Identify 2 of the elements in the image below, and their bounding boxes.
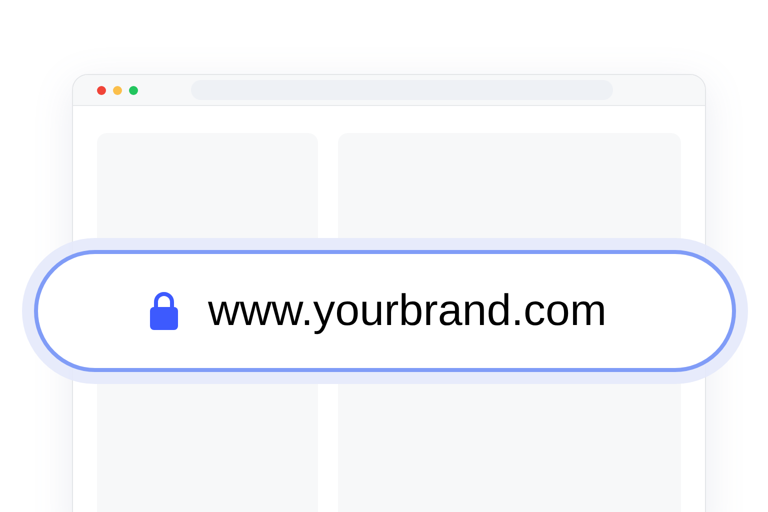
lock-icon <box>148 291 180 331</box>
url-text: www.yourbrand.com <box>208 289 607 333</box>
